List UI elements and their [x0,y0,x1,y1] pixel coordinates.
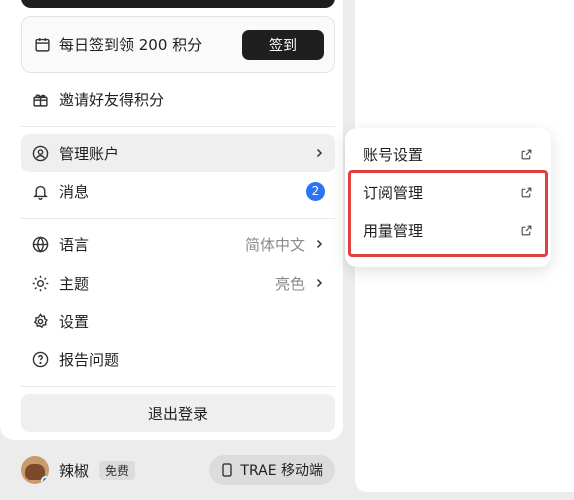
avatar[interactable] [21,456,49,484]
unread-badge: 2 [306,181,325,201]
divider [21,126,335,127]
report-issue-item[interactable]: 报告问题 [21,340,335,378]
account-settings-label: 账号设置 [363,145,424,164]
manage-account-item[interactable]: 管理账户 [21,134,335,172]
settings-item[interactable]: 设置 [21,302,335,340]
globe-icon [31,235,49,253]
calendar-icon [34,36,51,53]
online-status-dot [41,476,49,484]
divider [21,386,335,387]
chevron-right-icon [313,147,325,159]
top-button-edge[interactable] [21,0,335,8]
bell-icon [31,182,49,200]
language-value: 简体中文 [244,235,305,254]
report-issue-label: 报告问题 [59,350,120,369]
theme-item[interactable]: 主题 亮色 [21,264,335,302]
mobile-app-label: TRAE 移动端 [240,463,323,479]
divider [21,218,335,219]
invite-label: 邀请好友得积分 [59,90,165,109]
account-menu: 每日签到领 200 积分 签到 邀请好友得积分 管理账户 消息 2 语言 简体中… [0,0,343,440]
user-footer: 辣椒 免费 TRAE 移动端 [8,448,343,492]
checkin-text: 每日签到领 200 积分 [59,36,203,54]
annotation-highlight-box [348,170,548,257]
account-settings-item[interactable]: 账号设置 [363,140,533,168]
sun-icon [31,274,49,292]
invite-friends-item[interactable]: 邀请好友得积分 [21,80,335,118]
user-circle-icon [31,144,49,162]
chevron-right-icon [313,238,325,250]
checkin-button[interactable]: 签到 [242,29,324,60]
chevron-right-icon [313,277,325,289]
phone-icon [221,463,233,477]
gear-icon [31,312,49,330]
help-circle-icon [31,350,49,368]
external-link-icon [520,148,533,161]
theme-value: 亮色 [274,274,305,293]
gift-icon [31,90,49,108]
plan-badge: 免费 [99,460,136,480]
settings-label: 设置 [59,312,90,331]
messages-label: 消息 [59,182,90,201]
messages-item[interactable]: 消息 2 [21,172,335,210]
manage-account-label: 管理账户 [59,144,120,163]
language-item[interactable]: 语言 简体中文 [21,225,335,263]
daily-checkin-card: 每日签到领 200 积分 签到 [21,16,335,73]
language-label: 语言 [59,235,90,254]
username: 辣椒 [59,461,90,480]
theme-label: 主题 [59,274,90,293]
logout-button[interactable]: 退出登录 [21,394,335,432]
mobile-app-button[interactable]: TRAE 移动端 [209,455,335,485]
